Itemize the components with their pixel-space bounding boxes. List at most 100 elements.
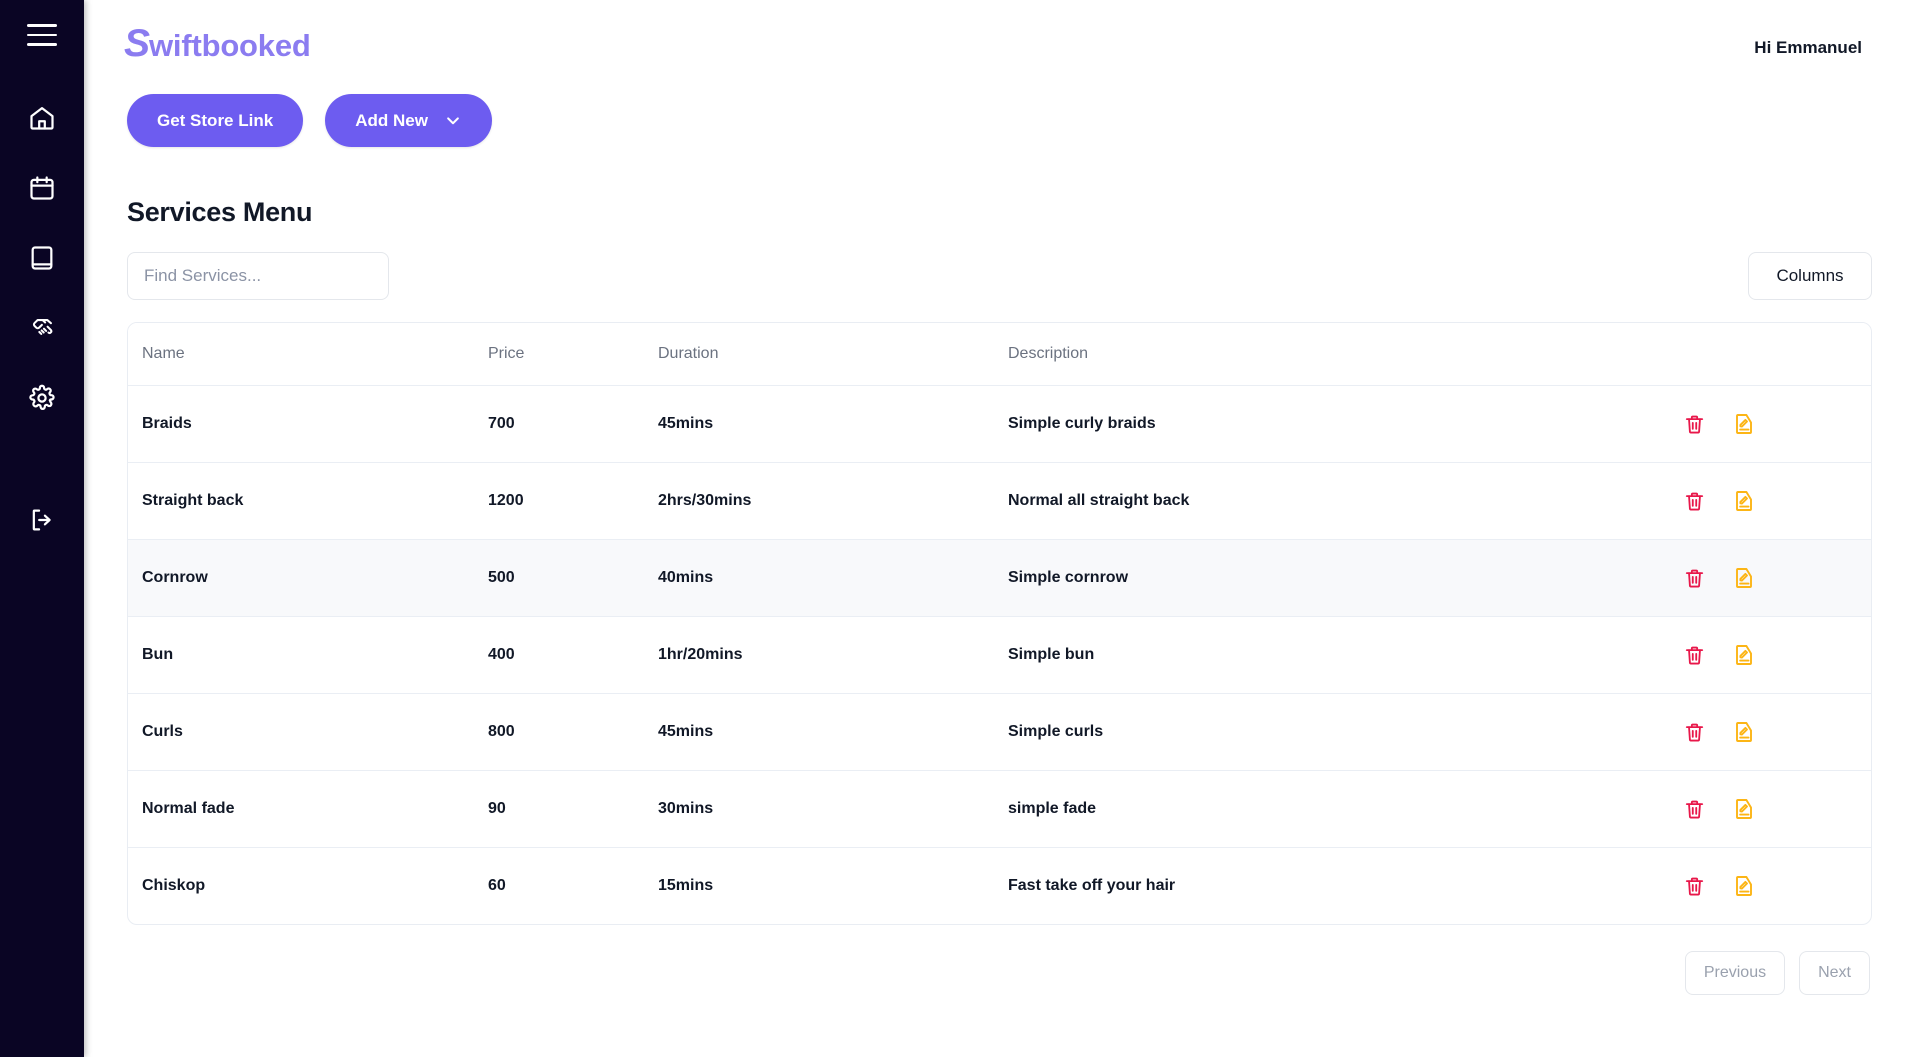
table-head: Name Price Duration Description — [128, 323, 1871, 386]
trash-icon — [1683, 490, 1706, 513]
get-store-link-button[interactable]: Get Store Link — [127, 94, 303, 147]
get-store-link-label: Get Store Link — [157, 111, 273, 131]
column-header-duration[interactable]: Duration — [658, 323, 1008, 386]
edit-row-button[interactable] — [1732, 412, 1756, 436]
next-page-button[interactable]: Next — [1799, 951, 1870, 995]
cell-actions — [1621, 463, 1871, 540]
cell-name: Normal fade — [128, 771, 488, 848]
row-action-group — [1621, 489, 1871, 513]
edit-row-button[interactable] — [1732, 643, 1756, 667]
table-row[interactable]: Chiskop6015minsFast take off your hair — [128, 848, 1871, 925]
trash-icon — [1683, 875, 1706, 898]
sidebar-item-calendar[interactable] — [14, 160, 70, 216]
trash-icon — [1683, 721, 1706, 744]
cell-actions — [1621, 771, 1871, 848]
gear-icon — [28, 384, 56, 412]
cell-duration: 30mins — [658, 771, 1008, 848]
column-header-price[interactable]: Price — [488, 323, 658, 386]
cell-actions — [1621, 694, 1871, 771]
search-input[interactable] — [127, 252, 389, 300]
cell-description: Fast take off your hair — [1008, 848, 1621, 925]
cell-name: Straight back — [128, 463, 488, 540]
user-greeting: Hi Emmanuel — [1754, 16, 1872, 58]
row-action-group — [1621, 797, 1871, 821]
row-action-group — [1621, 643, 1871, 667]
menu-toggle-button[interactable] — [21, 14, 63, 56]
cell-price: 60 — [488, 848, 658, 925]
delete-row-button[interactable] — [1683, 644, 1706, 667]
add-new-label: Add New — [355, 111, 428, 131]
edit-row-button[interactable] — [1732, 797, 1756, 821]
delete-row-button[interactable] — [1683, 490, 1706, 513]
hamburger-line — [27, 43, 57, 46]
table-body: Braids70045minsSimple curly braidsStraig… — [128, 386, 1871, 925]
delete-row-button[interactable] — [1683, 721, 1706, 744]
trash-icon — [1683, 798, 1706, 821]
edit-row-button[interactable] — [1732, 489, 1756, 513]
cell-duration: 45mins — [658, 386, 1008, 463]
cell-price: 800 — [488, 694, 658, 771]
edit-row-button[interactable] — [1732, 720, 1756, 744]
column-header-actions — [1621, 323, 1871, 386]
cell-name: Bun — [128, 617, 488, 694]
table-row[interactable]: Straight back12002hrs/30minsNormal all s… — [128, 463, 1871, 540]
cell-duration: 40mins — [658, 540, 1008, 617]
sidebar — [0, 0, 84, 1057]
hamburger-line — [27, 34, 57, 37]
row-action-group — [1621, 412, 1871, 436]
edit-document-icon — [1732, 797, 1756, 821]
sidebar-item-home[interactable] — [14, 90, 70, 146]
sidebar-item-logout[interactable] — [14, 492, 70, 548]
delete-row-button[interactable] — [1683, 875, 1706, 898]
row-action-group — [1621, 566, 1871, 590]
logo-text: wiftbooked — [149, 28, 311, 63]
table-row[interactable]: Braids70045minsSimple curly braids — [128, 386, 1871, 463]
cell-actions — [1621, 386, 1871, 463]
edit-document-icon — [1732, 489, 1756, 513]
trash-icon — [1683, 644, 1706, 667]
delete-row-button[interactable] — [1683, 798, 1706, 821]
table-row[interactable]: Curls80045minsSimple curls — [128, 694, 1871, 771]
main-content: Swiftbooked Hi Emmanuel Get Store Link A… — [84, 0, 1920, 1057]
sidebar-item-partners[interactable] — [14, 300, 70, 356]
row-action-group — [1621, 720, 1871, 744]
handshake-icon — [28, 314, 57, 343]
table-row[interactable]: Cornrow50040minsSimple cornrow — [128, 540, 1871, 617]
cell-duration: 45mins — [658, 694, 1008, 771]
home-icon — [28, 104, 56, 132]
column-header-description[interactable]: Description — [1008, 323, 1621, 386]
primary-actions: Get Store Link Add New — [124, 94, 1872, 147]
add-new-button[interactable]: Add New — [325, 94, 492, 147]
table-row[interactable]: Bun4001hr/20minsSimple bun — [128, 617, 1871, 694]
edit-row-button[interactable] — [1732, 566, 1756, 590]
pagination-controls: Previous Next — [124, 951, 1872, 995]
logo-initial: S — [124, 22, 149, 65]
top-bar: Swiftbooked Hi Emmanuel — [124, 0, 1872, 66]
cell-price: 500 — [488, 540, 658, 617]
previous-page-button[interactable]: Previous — [1685, 951, 1785, 995]
delete-row-button[interactable] — [1683, 413, 1706, 436]
cell-description: Simple cornrow — [1008, 540, 1621, 617]
trash-icon — [1683, 567, 1706, 590]
logout-icon — [28, 506, 56, 534]
columns-button[interactable]: Columns — [1748, 252, 1872, 300]
cell-description: Simple curls — [1008, 694, 1621, 771]
edit-row-button[interactable] — [1732, 874, 1756, 898]
cell-name: Cornrow — [128, 540, 488, 617]
cell-description: Simple curly braids — [1008, 386, 1621, 463]
edit-document-icon — [1732, 566, 1756, 590]
hamburger-line — [27, 24, 57, 27]
trash-icon — [1683, 413, 1706, 436]
cell-duration: 1hr/20mins — [658, 617, 1008, 694]
table-toolbar: Columns — [124, 252, 1872, 300]
cell-actions — [1621, 540, 1871, 617]
cell-actions — [1621, 617, 1871, 694]
delete-row-button[interactable] — [1683, 567, 1706, 590]
cell-name: Braids — [128, 386, 488, 463]
column-header-name[interactable]: Name — [128, 323, 488, 386]
sidebar-item-bookings[interactable] — [14, 230, 70, 286]
sidebar-item-settings[interactable] — [14, 370, 70, 426]
table-row[interactable]: Normal fade9030minssimple fade — [128, 771, 1871, 848]
services-table: Name Price Duration Description Braids70… — [128, 323, 1871, 924]
edit-document-icon — [1732, 874, 1756, 898]
